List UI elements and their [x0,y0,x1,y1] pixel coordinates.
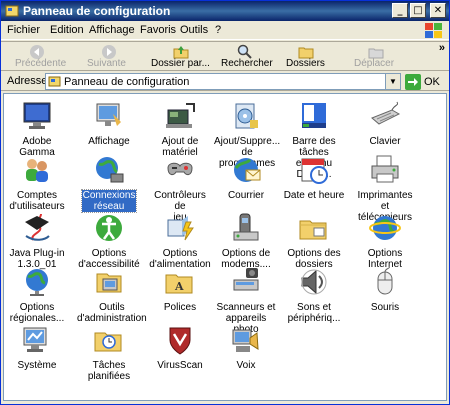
date-time-icon [301,158,328,184]
minimize-button[interactable]: _ [392,3,408,18]
control-panel-item[interactable]: Connexions réseau [76,154,142,213]
address-value: Panneau de configuration [64,76,190,88]
control-panel-item[interactable]: Tâches planifiées [76,324,142,382]
control-panel-item[interactable]: Ajout de matériel [147,100,213,158]
address-bar: Adresse Panneau de configuration ▼ OK [1,71,449,91]
control-panel-item[interactable]: Système [4,324,70,371]
item-label: Polices [163,302,197,313]
users-icon [26,159,48,182]
title-bar[interactable]: Panneau de configuration _ □ ✕ [1,1,449,21]
virusscan-icon [169,327,191,355]
game-controller-icon [167,162,193,176]
system-icon [23,327,47,352]
control-panel-item[interactable]: Date et heure [281,154,347,201]
keyboard-icon [371,101,401,125]
item-label: Connexions réseau [80,189,138,213]
item-label: Courrier [227,190,265,201]
menu-fichier[interactable]: Fichier [7,24,40,36]
control-panel-window: Panneau de configuration _ □ ✕ Fichier E… [0,0,450,405]
item-label: Souris [370,302,400,313]
mouse-icon [377,266,393,295]
item-label: Date et heure [283,190,345,201]
control-panel-item[interactable]: Options des dossiers [281,212,347,270]
control-panel-item[interactable]: Options d'accessibilité [76,212,142,270]
add-remove-programs-icon [235,103,258,129]
item-label: Sons et périphériq... [287,302,341,324]
fonts-icon: A [165,274,193,294]
control-panel-item[interactable]: Souris [352,266,418,313]
speech-icon [232,329,259,352]
monitor-icon [23,102,51,129]
item-label: Tâches planifiées [87,360,131,382]
control-panel-item[interactable]: Sons et périphériq... [281,266,347,324]
move-button[interactable]: Déplacer [354,44,398,70]
control-panel-item[interactable]: Affichage [76,100,142,147]
control-panel-item[interactable]: Options d'alimentation [147,212,213,270]
search-button[interactable]: Rechercher [221,44,275,70]
internet-icon [369,216,401,240]
control-panel-item[interactable]: A Polices [147,266,213,313]
control-panel-item[interactable]: Voix [213,324,279,371]
item-label: Affichage [88,136,130,147]
toolbar: Précédente Suivante Dossier par... Reche… [1,41,449,71]
folder-up-button[interactable]: Dossier par... [151,44,215,70]
scanner-icon [233,268,259,291]
control-panel-item[interactable]: Options régionales... [4,266,70,324]
item-label: Système [17,360,57,371]
window-title: Panneau de configuration [23,4,171,18]
maximize-button[interactable]: □ [410,3,426,18]
add-hardware-icon [166,103,195,128]
menu-help[interactable]: ? [215,24,221,36]
go-arrow-icon [405,74,421,90]
toolbar-more-chevron[interactable]: » [439,42,445,54]
item-label: Options régionales... [9,302,65,324]
globe-icon [26,269,48,296]
folder-options-icon [299,220,327,240]
control-panel-icon [48,76,61,87]
menu-affichage[interactable]: Affichage [89,24,135,36]
svg-text:A: A [174,280,184,293]
close-button[interactable]: ✕ [430,3,446,18]
address-field[interactable]: Panneau de configuration ▼ [45,73,401,90]
control-panel-item[interactable]: Java Plug-in 1.3.0_01 [4,212,70,270]
control-panel-item[interactable]: Courrier [213,154,279,201]
sound-icon [301,269,327,295]
item-label: Outils d'administration [77,302,147,324]
control-panel-item[interactable]: Clavier [352,100,418,147]
item-label: VirusScan [157,360,203,371]
menu-edition[interactable]: Edition [50,24,84,36]
menu-favoris[interactable]: Favoris [140,24,176,36]
network-icon [96,157,124,183]
printer-icon [371,155,399,183]
control-panel-items: Adobe Gamma Affichage Ajout de matériel Ajou… [3,93,447,401]
control-panel-item[interactable]: Outils d'administration [76,266,147,324]
control-panel-item[interactable]: Comptes d'utilisateurs [4,154,70,212]
scheduled-tasks-icon [94,332,122,352]
forward-button[interactable]: Suivante [87,44,145,70]
admin-tools-icon [96,273,122,293]
display-icon [96,103,121,126]
control-panel-item[interactable]: VirusScan [147,324,213,371]
accessibility-icon [96,215,122,241]
power-icon [167,216,194,241]
menu-bar: Fichier Edition Affichage Favoris Outils… [1,21,449,40]
item-label: Comptes d'utilisateurs [9,190,65,212]
folders-button[interactable]: Dossiers [286,44,326,70]
mail-icon [234,158,261,182]
control-panel-icon [5,5,19,17]
control-panel-item[interactable]: Options Internet [352,212,418,270]
taskbar-icon [302,103,326,128]
menu-outils[interactable]: Outils [180,24,208,36]
address-dropdown-arrow[interactable]: ▼ [385,74,400,89]
control-panel-item[interactable]: Options de modems.... [213,212,279,270]
address-label: Adresse [7,75,48,87]
modem-icon [233,213,259,241]
item-label: Voix [236,360,256,371]
java-icon [25,213,50,241]
back-button[interactable]: Précédente [15,44,75,70]
go-button[interactable]: OK [405,74,445,90]
windows-logo-icon [425,23,442,38]
item-label: Clavier [369,136,401,147]
control-panel-item[interactable]: Adobe Gamma [4,100,70,158]
